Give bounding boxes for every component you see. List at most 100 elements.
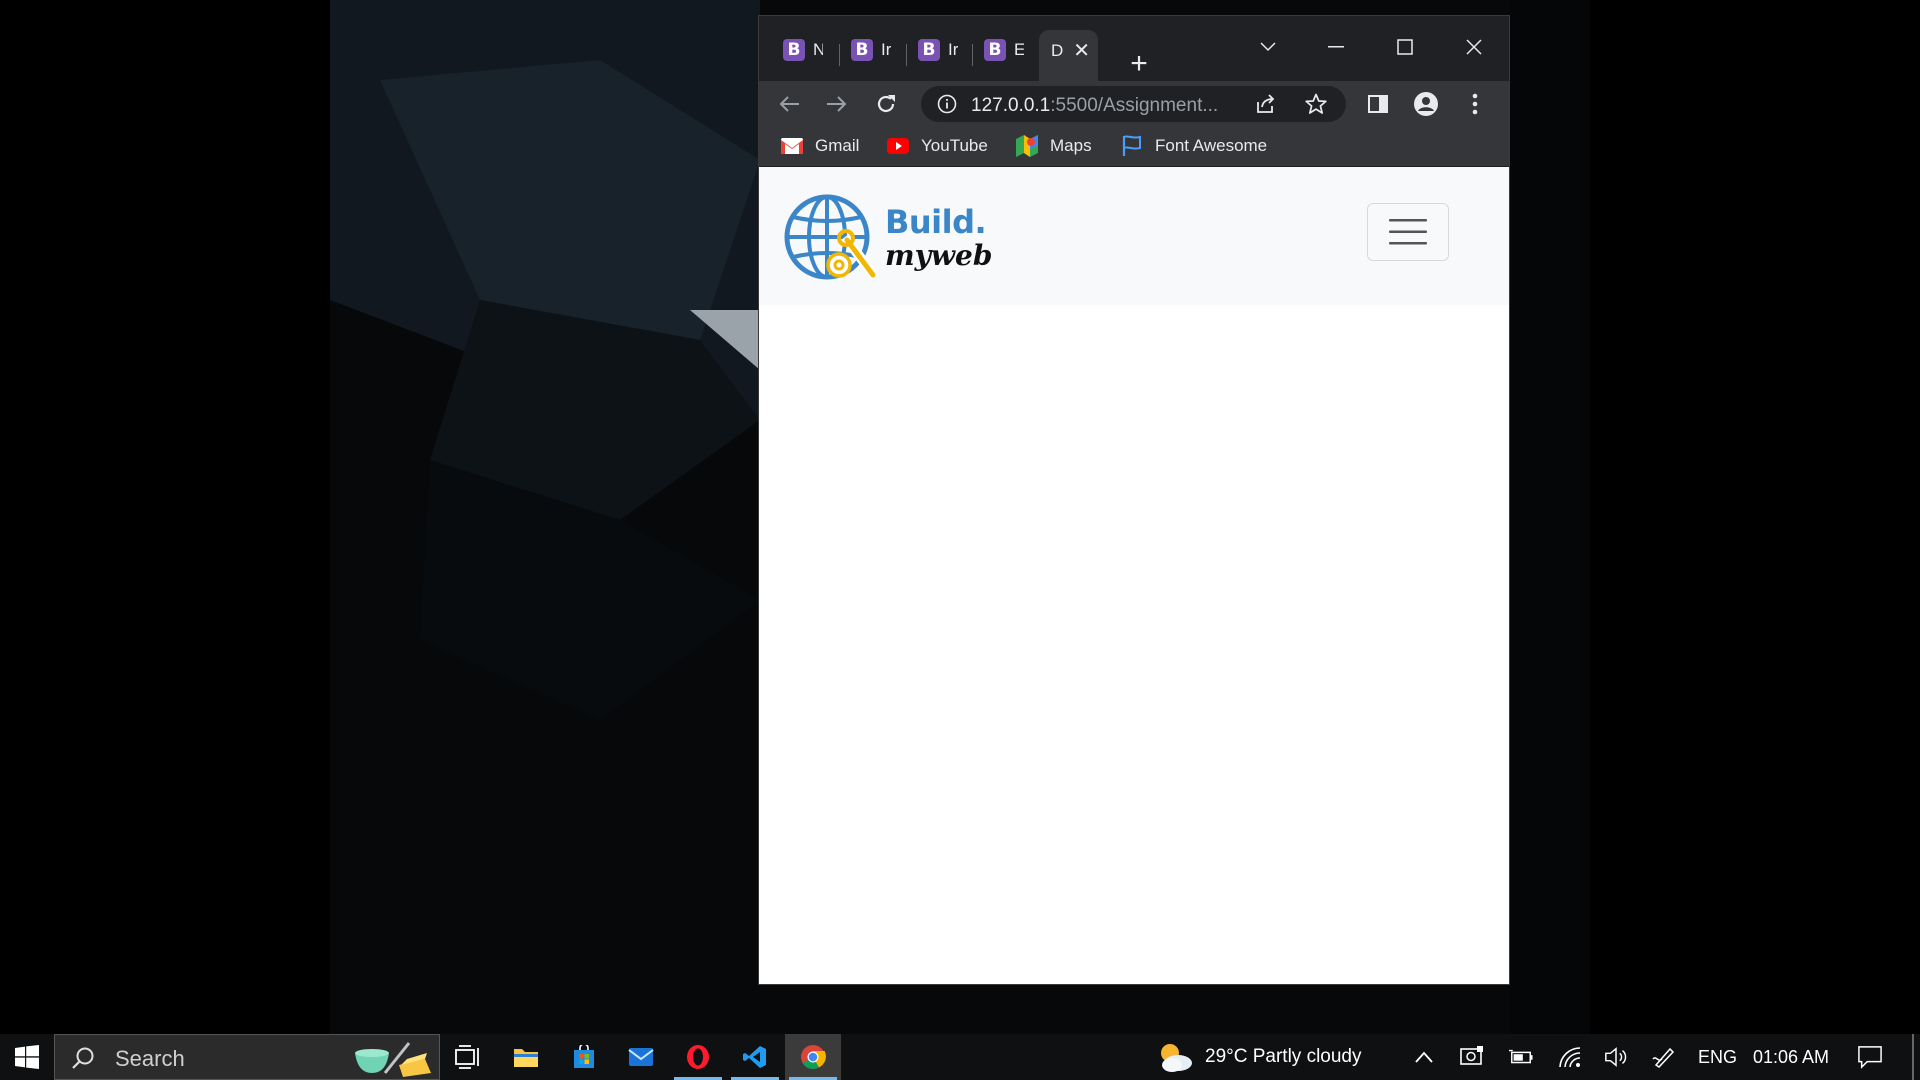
forward-button[interactable] xyxy=(820,87,854,121)
taskbar-file-explorer[interactable] xyxy=(498,1034,554,1080)
tab-title: E xyxy=(1014,40,1024,59)
taskbar-search-box[interactable]: Search xyxy=(54,1034,440,1080)
bootstrap-favicon-icon: B xyxy=(783,39,805,61)
bookmark-label: Maps xyxy=(1050,136,1092,155)
taskbar-mail[interactable] xyxy=(613,1034,669,1080)
weather-partly-cloudy-icon xyxy=(1161,1044,1192,1072)
address-bar[interactable]: 127.0.0.1:5500/Assignment... xyxy=(921,86,1346,122)
tab-title: Ir xyxy=(948,40,958,59)
show-desktop-button[interactable] xyxy=(1912,1034,1914,1080)
volume-button[interactable] xyxy=(1604,1046,1628,1068)
maximize-icon xyxy=(1397,39,1413,55)
new-tab-button[interactable]: + xyxy=(1125,49,1153,80)
search-label: Search xyxy=(115,1046,185,1071)
taskbar-microsoft-store[interactable] xyxy=(556,1034,612,1080)
minimize-icon xyxy=(1328,46,1344,48)
tab-search-button[interactable] xyxy=(1245,30,1291,64)
network-button[interactable] xyxy=(1558,1046,1582,1068)
mail-icon xyxy=(628,1048,654,1066)
action-center-button[interactable] xyxy=(1858,1046,1882,1069)
bookmark-label: YouTube xyxy=(921,136,988,155)
store-icon xyxy=(574,1045,594,1068)
title-bar: B N B Ir B Ir B E D ✕ + xyxy=(759,16,1509,81)
flag-icon xyxy=(1121,135,1143,157)
url-host: 127.0.0.1 xyxy=(971,95,1051,116)
profile-icon xyxy=(1414,92,1438,116)
bootstrap-favicon-icon: B xyxy=(984,39,1006,61)
task-view-button[interactable] xyxy=(440,1034,496,1080)
browser-tab[interactable]: B E xyxy=(984,30,1024,70)
start-button[interactable] xyxy=(0,1034,54,1080)
browser-window: B N B Ir B Ir B E D ✕ + 127.0.0.1:5500/A… xyxy=(759,16,1509,984)
bootstrap-favicon-icon: B xyxy=(918,39,940,61)
active-browser-tab[interactable]: D ✕ xyxy=(1039,30,1099,81)
taskbar-chrome[interactable] xyxy=(785,1034,841,1080)
site-navbar: Build. myweb xyxy=(759,167,1509,305)
share-icon[interactable] xyxy=(1255,94,1277,114)
gmail-icon xyxy=(781,135,803,157)
opera-icon xyxy=(687,1045,709,1069)
youtube-icon xyxy=(887,135,909,157)
close-tab-icon[interactable]: ✕ xyxy=(1073,38,1090,73)
search-icon xyxy=(72,1047,94,1069)
hamburger-menu-icon xyxy=(1389,219,1427,245)
bookmark-youtube[interactable]: YouTube xyxy=(887,133,988,159)
tab-separator xyxy=(972,44,973,66)
reload-button[interactable] xyxy=(869,87,903,121)
system-clock[interactable]: 01:06 AM xyxy=(1753,1047,1829,1068)
back-button[interactable] xyxy=(772,87,806,121)
pen-workspace-button[interactable] xyxy=(1652,1046,1676,1068)
volume-icon xyxy=(1605,1047,1627,1067)
brand-text-myweb: myweb xyxy=(885,239,993,272)
profile-button[interactable] xyxy=(1409,87,1443,121)
bookmark-star-icon[interactable] xyxy=(1305,93,1327,115)
windows-logo-icon xyxy=(15,1045,39,1069)
url-path: :5500/Assignment... xyxy=(1050,95,1219,116)
close-icon xyxy=(1466,39,1482,55)
info-icon xyxy=(937,94,957,114)
pen-icon xyxy=(1652,1047,1675,1068)
maximize-button[interactable] xyxy=(1382,30,1428,64)
menu-button[interactable] xyxy=(1458,87,1492,121)
input-language[interactable]: ENG xyxy=(1698,1047,1737,1068)
task-view-icon xyxy=(455,1045,479,1069)
tab-separator xyxy=(906,44,907,66)
navbar-toggler-button[interactable] xyxy=(1367,203,1449,261)
bookmark-gmail[interactable]: Gmail xyxy=(781,133,859,159)
maps-icon xyxy=(1016,135,1038,157)
brand-text-build: Build. xyxy=(885,203,987,241)
arrow-right-icon xyxy=(827,96,847,112)
side-panel-button[interactable] xyxy=(1361,87,1395,121)
tab-title: Ir xyxy=(881,40,891,59)
page-viewport: Build. myweb xyxy=(759,167,1509,984)
bookmark-font-awesome[interactable]: Font Awesome xyxy=(1121,133,1267,159)
battery-button[interactable] xyxy=(1509,1046,1533,1068)
tab-title: D xyxy=(1051,40,1064,60)
notification-icon xyxy=(1858,1046,1882,1069)
chevron-down-icon xyxy=(1260,42,1276,52)
more-vertical-icon xyxy=(1472,93,1478,115)
tab-separator xyxy=(839,44,840,66)
battery-charging-icon xyxy=(1509,1049,1533,1064)
reload-icon xyxy=(877,95,895,113)
browser-tab[interactable]: B Ir xyxy=(851,30,891,70)
tray-app-button[interactable] xyxy=(1460,1046,1484,1068)
side-panel-icon xyxy=(1368,95,1388,113)
wifi-icon xyxy=(1559,1047,1581,1068)
close-window-button[interactable] xyxy=(1451,30,1497,64)
bookmark-label: Font Awesome xyxy=(1155,136,1268,155)
browser-tab[interactable]: B Ir xyxy=(918,30,958,70)
taskbar-opera[interactable] xyxy=(670,1034,726,1080)
bookmark-maps[interactable]: Maps xyxy=(1016,133,1092,159)
globe-wrench-logo-icon xyxy=(784,194,879,280)
screen-sync-icon xyxy=(1460,1046,1483,1065)
show-hidden-icons-button[interactable] xyxy=(1412,1046,1436,1068)
browser-tab[interactable]: B N xyxy=(783,30,823,70)
chevron-up-icon xyxy=(1415,1051,1433,1063)
minimize-button[interactable] xyxy=(1313,30,1359,64)
taskbar-vscode[interactable] xyxy=(727,1034,783,1080)
windows-taskbar: Search 29°C Partly cloudy ENG 01:06 AM xyxy=(0,1034,1920,1080)
brand-logo[interactable]: Build. myweb xyxy=(783,191,993,283)
url-text: 127.0.0.1:5500/Assignment... xyxy=(971,95,1218,117)
weather-text[interactable]: 29°C Partly cloudy xyxy=(1205,1046,1362,1068)
